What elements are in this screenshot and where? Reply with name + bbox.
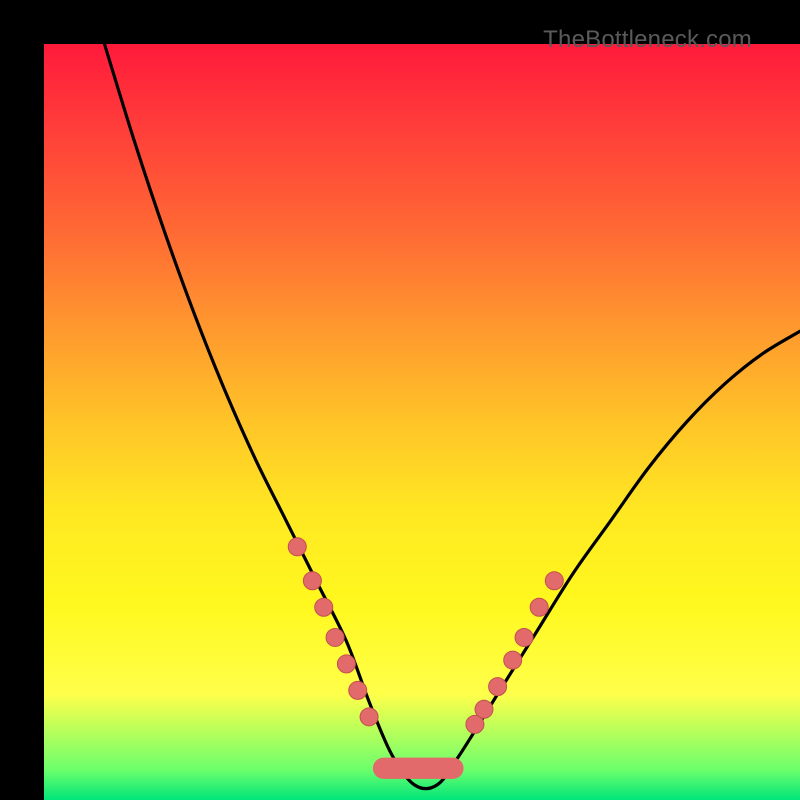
data-marker	[337, 655, 355, 673]
data-marker	[288, 538, 306, 556]
optimal-band	[373, 758, 464, 779]
bottleneck-curve-svg	[44, 44, 800, 800]
data-marker	[326, 628, 344, 646]
data-marker	[349, 681, 367, 699]
data-marker	[515, 628, 533, 646]
data-marker	[360, 708, 378, 726]
watermark-text: TheBottleneck.com	[543, 26, 752, 54]
data-marker	[315, 598, 333, 616]
data-marker	[303, 572, 321, 590]
data-marker	[489, 678, 507, 696]
data-marker	[475, 700, 493, 718]
data-marker	[530, 598, 548, 616]
bottleneck-curve	[104, 44, 800, 789]
chart-frame: TheBottleneck.com	[0, 0, 800, 800]
data-marker	[545, 572, 563, 590]
chart-plot-area	[44, 44, 800, 800]
data-marker	[504, 651, 522, 669]
